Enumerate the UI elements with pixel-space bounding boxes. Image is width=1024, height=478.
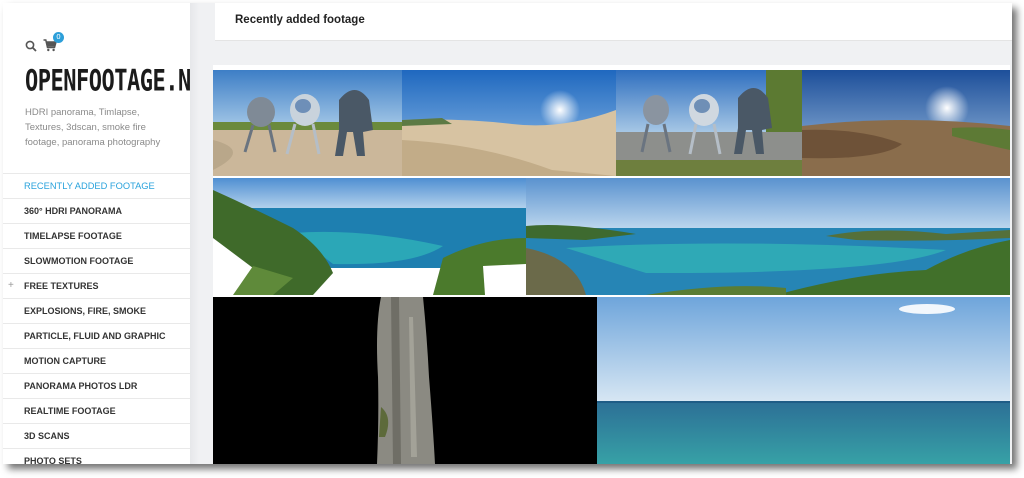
- main-header: Recently added footage: [215, 3, 1012, 41]
- search-icon[interactable]: [25, 39, 37, 52]
- browser-frame: 0 OPENFOOTAGE.NET HDRI panorama, Timlaps…: [3, 3, 1012, 464]
- site-tagline: HDRI panorama, Timlapse, Textures, 3dsca…: [25, 107, 161, 148]
- nav-item-hdri-panorama[interactable]: 360° HDRI PANORAMA: [3, 198, 190, 223]
- sidebar: 0 OPENFOOTAGE.NET HDRI panorama, Timlaps…: [3, 3, 190, 464]
- nav-item-3d-scans[interactable]: 3D SCANS: [3, 423, 190, 448]
- nav-item-panorama-ldr[interactable]: PANORAMA PHOTOS LDR: [3, 373, 190, 398]
- site-logo[interactable]: OPENFOOTAGE.NET: [25, 65, 190, 108]
- category-nav: RECENTLY ADDED FOOTAGE 360° HDRI PANORAM…: [3, 173, 190, 464]
- nav-item-photo-sets[interactable]: PHOTO SETS: [3, 448, 190, 464]
- nav-item-recently-added[interactable]: RECENTLY ADDED FOOTAGE: [3, 173, 190, 198]
- nav-item-label: EXPLOSIONS, FIRE, SMOKE: [24, 306, 147, 316]
- tree-trunk-scan-thumbnail[interactable]: [213, 297, 597, 464]
- nav-item-slowmotion[interactable]: SLOWMOTION FOOTAGE: [3, 248, 190, 273]
- nav-item-label: TIMELAPSE FOOTAGE: [24, 231, 122, 241]
- coast-panorama-thumbnail[interactable]: [213, 178, 526, 295]
- nav-item-motion-capture[interactable]: MOTION CAPTURE: [3, 348, 190, 373]
- nav-item-label: PHOTO SETS: [24, 456, 82, 464]
- plus-icon[interactable]: +: [8, 274, 14, 298]
- nav-item-label: SLOWMOTION FOOTAGE: [24, 256, 134, 266]
- nav-item-label: FREE TEXTURES: [24, 281, 99, 291]
- page-title: Recently added footage: [235, 14, 365, 26]
- header-icons: 0: [25, 32, 85, 54]
- footage-gallery: [213, 65, 1010, 464]
- nav-item-label: 3D SCANS: [24, 431, 70, 441]
- hdri-beach-robots-thumbnail[interactable]: [213, 70, 402, 176]
- nav-item-label: 360° HDRI PANORAMA: [24, 206, 122, 216]
- hdri-beach-panorama-thumbnail[interactable]: [402, 70, 616, 176]
- hdri-road-robots-thumbnail[interactable]: [616, 70, 802, 176]
- hdri-field-panorama-thumbnail[interactable]: [802, 70, 1010, 176]
- bay-panorama-thumbnail[interactable]: [526, 178, 1010, 295]
- nav-item-particle[interactable]: PARTICLE, FLUID AND GRAPHIC: [3, 323, 190, 348]
- nav-item-label: REALTIME FOOTAGE: [24, 406, 116, 416]
- nav-item-label: RECENTLY ADDED FOOTAGE: [24, 181, 155, 191]
- nav-item-explosions[interactable]: EXPLOSIONS, FIRE, SMOKE: [3, 298, 190, 323]
- sidebar-shadow: [190, 3, 199, 464]
- nav-item-free-textures[interactable]: + FREE TEXTURES: [3, 273, 190, 298]
- nav-item-label: PANORAMA PHOTOS LDR: [24, 381, 138, 391]
- nav-item-realtime[interactable]: REALTIME FOOTAGE: [3, 398, 190, 423]
- cart-count-badge: 0: [53, 32, 64, 43]
- nav-item-label: PARTICLE, FLUID AND GRAPHIC: [24, 331, 166, 341]
- sea-horizon-thumbnail[interactable]: [597, 297, 1010, 464]
- nav-item-label: MOTION CAPTURE: [24, 356, 106, 366]
- nav-item-timelapse[interactable]: TIMELAPSE FOOTAGE: [3, 223, 190, 248]
